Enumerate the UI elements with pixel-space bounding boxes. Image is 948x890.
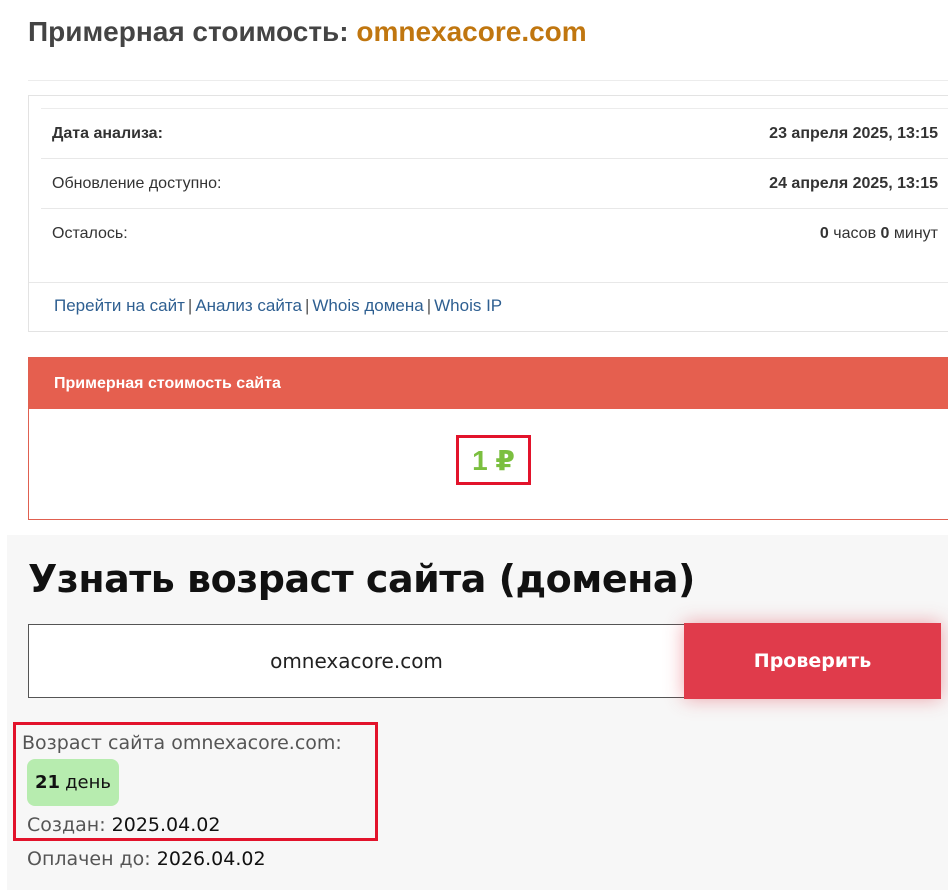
analysis-date-value: 23 апреля 2025, 13:15 <box>769 124 938 142</box>
info-row-update-available: Обновление доступно: 24 апреля 2025, 13:… <box>41 159 948 209</box>
age-number: 21 <box>35 772 61 793</box>
link-visit-site[interactable]: Перейти на сайт <box>54 296 185 315</box>
check-button[interactable]: Проверить <box>684 623 941 699</box>
link-whois-domain[interactable]: Whois домена <box>312 296 423 315</box>
domain-input[interactable] <box>28 624 685 698</box>
paid-until-line: Оплачен до: 2026.04.02 <box>27 848 266 870</box>
domain-age-title: Узнать возраст сайта (домена) <box>28 557 695 601</box>
info-links: Перейти на сайт | Анализ сайта | Whois домен… <box>29 282 948 332</box>
page-title: Примерная стоимость: omnexacore.com <box>28 16 587 48</box>
price-panel: Примерная стоимость сайта 1 ₽ <box>28 357 948 520</box>
link-separator: | <box>426 296 432 315</box>
created-value: 2025.04.02 <box>111 814 221 836</box>
link-separator: | <box>187 296 193 315</box>
info-row-analysis-date: Дата анализа: 23 апреля 2025, 13:15 <box>41 109 948 159</box>
paid-until-label: Оплачен до: <box>27 848 151 870</box>
analysis-info-panel: Дата анализа: 23 апреля 2025, 13:15 Обно… <box>28 95 948 332</box>
domain-age-section: Узнать возраст сайта (домена) Проверить … <box>7 535 948 890</box>
age-badge: 21 день <box>27 759 119 806</box>
remaining-label: Осталось: <box>52 225 128 242</box>
analysis-date-label: Дата анализа: <box>52 124 163 142</box>
top-divider <box>28 80 948 81</box>
remaining-minutes: 0 <box>880 225 890 242</box>
link-site-analysis[interactable]: Анализ сайта <box>195 296 302 315</box>
link-whois-ip[interactable]: Whois IP <box>434 296 502 315</box>
age-unit: день <box>65 772 111 793</box>
created-label: Создан: <box>27 814 106 836</box>
created-line: Создан: 2025.04.02 <box>27 814 220 836</box>
link-separator: | <box>304 296 310 315</box>
info-row-remaining: Осталось: 0 часов 0 минут <box>41 209 948 259</box>
paid-until-value: 2026.04.02 <box>156 848 266 870</box>
price-value: 1 ₽ <box>472 444 515 476</box>
remaining-value: 0 часов 0 минут <box>820 225 938 243</box>
price-panel-header: Примерная стоимость сайта <box>29 358 948 409</box>
update-available-label: Обновление доступно: <box>52 174 222 192</box>
page-title-prefix: Примерная стоимость: <box>28 16 349 47</box>
update-available-value: 24 апреля 2025, 13:15 <box>769 174 938 192</box>
remaining-minutes-unit: минут <box>893 225 938 242</box>
age-result-label: Возраст сайта omnexacore.com: <box>22 732 342 754</box>
price-highlight-box: 1 ₽ <box>456 435 531 485</box>
page-title-domain: omnexacore.com <box>356 16 587 47</box>
remaining-hours-unit: часов <box>833 225 877 242</box>
remaining-hours: 0 <box>819 225 829 242</box>
